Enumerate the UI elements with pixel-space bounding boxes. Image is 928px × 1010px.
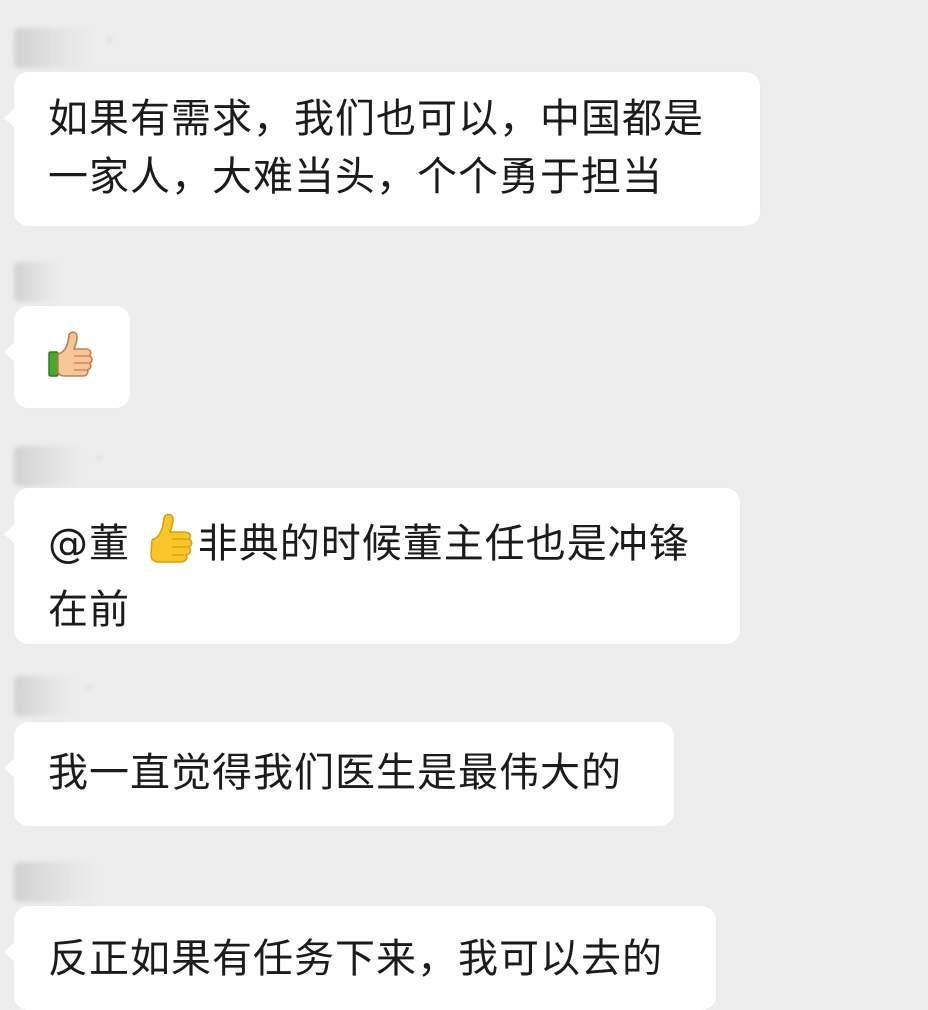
message-bubble[interactable]: @董 非典的时候董主任也是冲锋 在前 — [4, 488, 740, 644]
message-bubble[interactable]: 我一直觉得我们医生是最伟大的 — [4, 722, 674, 826]
emoji-message-bubble[interactable] — [4, 306, 130, 408]
message-text-line: 反正如果有任务下来，我可以去的 — [48, 936, 663, 982]
sender-name-fragment: ′ — [87, 682, 92, 706]
sender-name-blurred: ′ — [14, 676, 92, 716]
thumbs-up-icon — [144, 511, 198, 581]
thumbs-up-icon — [46, 330, 96, 396]
mention-text: @董 — [48, 521, 130, 567]
sender-name-blurred — [14, 862, 98, 902]
chat-thread: ′ 如果有需求，我们也可以，中国都是 一家人，大难当头，个个勇于担当 ′ @董 … — [0, 0, 928, 1010]
message-bubble[interactable]: 如果有需求，我们也可以，中国都是 一家人，大难当头，个个勇于担当 — [4, 72, 760, 226]
message-bubble[interactable]: 反正如果有任务下来，我可以去的 — [4, 906, 716, 1010]
sender-name-fragment: ′ — [107, 34, 112, 58]
sender-name-fragment: ′ — [97, 452, 102, 476]
message-text-line: 在前 — [48, 587, 130, 633]
sender-name-blurred — [14, 262, 60, 302]
message-text-line: 我一直觉得我们医生是最伟大的 — [48, 750, 622, 796]
message-text-line: 一家人，大难当头，个个勇于担当 — [48, 154, 663, 200]
message-text-line: @董 非典的时候董主任也是冲锋 — [48, 511, 706, 581]
message-text: 非典的时候董主任也是冲锋 — [197, 521, 690, 567]
message-text-line: 如果有需求，我们也可以，中国都是 — [48, 96, 704, 142]
sender-name-blurred: ′ — [14, 446, 102, 486]
sender-name-blurred: ′ — [14, 28, 112, 68]
